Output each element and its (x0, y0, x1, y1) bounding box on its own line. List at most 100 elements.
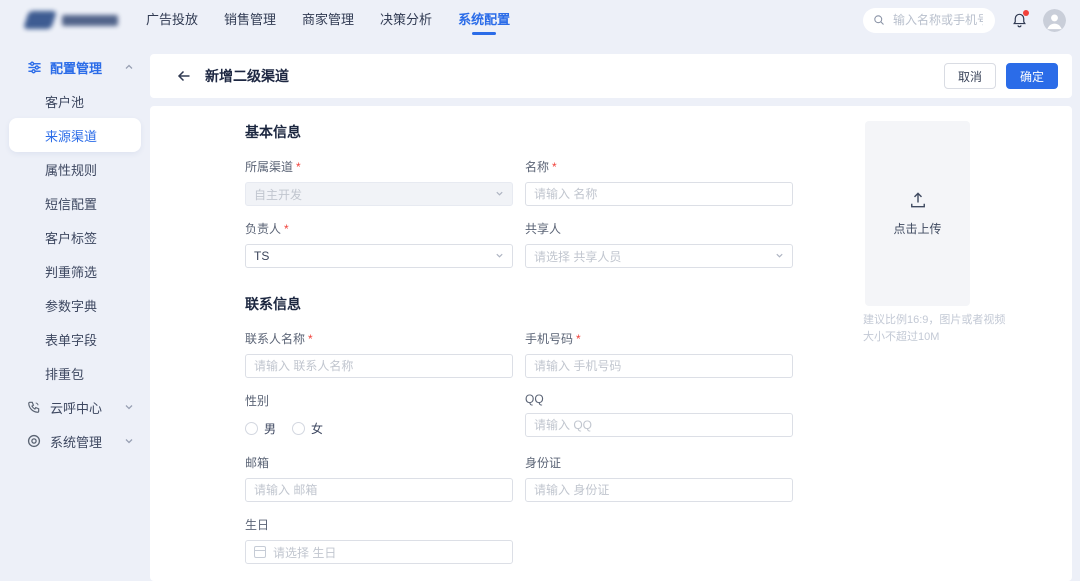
phone-icon (26, 399, 42, 415)
sidebar-item-customer-tags[interactable]: 客户标签 (0, 220, 150, 254)
nav-item-system-config[interactable]: 系统配置 (458, 0, 510, 40)
sliders-icon (26, 59, 42, 75)
sidebar-item-sms-config[interactable]: 短信配置 (0, 186, 150, 220)
field-label: 生日 (245, 516, 513, 533)
field-label: 负责人* (245, 220, 513, 237)
field-label: 性别 (245, 392, 513, 409)
field-label: 联系人名称* (245, 330, 513, 347)
field-label: 身份证 (525, 454, 793, 471)
upload-dropzone[interactable]: 点击上传 (865, 121, 970, 306)
select-placeholder: 请选择 共享人员 (534, 248, 621, 265)
phone-input[interactable] (525, 354, 793, 378)
nav-item-merchant-mgmt[interactable]: 商家管理 (302, 0, 354, 40)
field-name: 名称* (525, 158, 793, 206)
field-birthday: 生日 请选择 生日 (245, 516, 513, 564)
nav-item-decision-analysis[interactable]: 决策分析 (380, 0, 432, 40)
field-label: QQ (525, 392, 793, 406)
field-gender: 性别 男 女 (245, 392, 513, 440)
field-label: 邮箱 (245, 454, 513, 471)
search-input[interactable] (891, 12, 985, 28)
chevron-down-icon (775, 247, 784, 265)
cancel-button[interactable]: 取消 (944, 63, 996, 89)
field-owner: 负责人* TS (245, 220, 513, 268)
field-parent-channel: 所属渠道* 自主开发 (245, 158, 513, 206)
sidebar-item-dedup-filter[interactable]: 判重筛选 (0, 254, 150, 288)
sidebar-item-param-dict[interactable]: 参数字典 (0, 288, 150, 322)
chevron-down-icon (124, 402, 134, 412)
email-input[interactable] (245, 478, 513, 502)
chevron-down-icon (495, 185, 504, 203)
parent-channel-select[interactable]: 自主开发 (245, 182, 513, 206)
gear-icon (26, 433, 42, 449)
sidebar-group-call-center[interactable]: 云呼中心 (0, 390, 150, 424)
header-actions: 取消 确定 (944, 63, 1058, 89)
gender-female-radio[interactable]: 女 (292, 420, 323, 437)
gender-male-radio[interactable]: 男 (245, 420, 276, 437)
nav-item-sales-mgmt[interactable]: 销售管理 (224, 0, 276, 40)
contact-name-input[interactable] (245, 354, 513, 378)
owner-select[interactable]: TS (245, 244, 513, 268)
required-mark: * (284, 222, 289, 236)
field-phone: 手机号码* (525, 330, 793, 378)
field-spacer (525, 516, 793, 564)
sidebar-group-label: 系统管理 (50, 432, 102, 451)
field-label: 手机号码* (525, 330, 793, 347)
app-logo[interactable] (20, 8, 120, 32)
sidebar-submenu: 客户池 来源渠道 属性规则 短信配置 客户标签 判重筛选 参数字典 表单字段 排… (0, 84, 150, 390)
user-avatar[interactable] (1043, 9, 1066, 32)
birthday-date-picker[interactable]: 请选择 生日 (245, 540, 513, 564)
gender-radio-group: 男 女 (245, 416, 513, 440)
logo-text (62, 15, 118, 26)
sidebar-item-attribute-rules[interactable]: 属性规则 (0, 152, 150, 186)
sidebar-item-form-fields[interactable]: 表单字段 (0, 322, 150, 356)
main-content: 新增二级渠道 取消 确定 基本信息 所属渠道* 自主开发 (150, 40, 1080, 581)
search-icon (873, 14, 885, 26)
search-box[interactable] (863, 8, 995, 33)
sidebar-group-system-mgmt[interactable]: 系统管理 (0, 424, 150, 458)
share-person-select[interactable]: 请选择 共享人员 (525, 244, 793, 268)
date-placeholder: 请选择 生日 (273, 544, 336, 561)
field-label: 名称* (525, 158, 793, 175)
page-header: 新增二级渠道 取消 确定 (150, 54, 1072, 98)
logo-mark (23, 11, 57, 29)
sidebar-group-label: 云呼中心 (50, 398, 102, 417)
calendar-icon (254, 546, 266, 558)
required-mark: * (296, 160, 301, 174)
top-nav: 广告投放 销售管理 商家管理 决策分析 系统配置 (146, 0, 510, 40)
upload-icon (908, 190, 928, 210)
radio-circle-icon (245, 422, 258, 435)
sidebar-item-dedup-package[interactable]: 排重包 (0, 356, 150, 390)
field-label: 共享人 (525, 220, 793, 237)
qq-input[interactable] (525, 413, 793, 437)
select-value: TS (254, 249, 269, 263)
topbar-right (863, 8, 1066, 33)
channel-form: 基本信息 所属渠道* 自主开发 名称* (150, 106, 1072, 581)
field-share-person: 共享人 请选择 共享人员 (525, 220, 793, 268)
notification-badge (1023, 10, 1029, 16)
nav-item-ad-delivery[interactable]: 广告投放 (146, 0, 198, 40)
sidebar-group-config-mgmt[interactable]: 配置管理 (0, 50, 150, 84)
chevron-down-icon (124, 436, 134, 446)
sidebar-item-customer-pool[interactable]: 客户池 (0, 84, 150, 118)
id-card-input[interactable] (525, 478, 793, 502)
select-value: 自主开发 (254, 186, 302, 203)
sidebar: 配置管理 客户池 来源渠道 属性规则 短信配置 客户标签 判重筛选 参数字典 表… (0, 40, 150, 581)
radio-circle-icon (292, 422, 305, 435)
back-arrow-icon[interactable] (176, 68, 192, 84)
upload-label: 点击上传 (893, 220, 941, 237)
field-contact-name: 联系人名称* (245, 330, 513, 378)
field-id-card: 身份证 (525, 454, 793, 502)
notification-bell-icon[interactable] (1009, 9, 1029, 31)
field-qq: QQ (525, 392, 793, 440)
name-input[interactable] (525, 182, 793, 206)
field-email: 邮箱 (245, 454, 513, 502)
sidebar-item-source-channel[interactable]: 来源渠道 (9, 118, 141, 152)
field-label: 所属渠道* (245, 158, 513, 175)
topbar: 广告投放 销售管理 商家管理 决策分析 系统配置 (0, 0, 1080, 40)
sidebar-group-label: 配置管理 (50, 58, 102, 77)
required-mark: * (308, 332, 313, 346)
page-title: 新增二级渠道 (205, 66, 289, 86)
upload-hint: 建议比例16:9，图片或者视频 大小不超过10M (863, 312, 1011, 346)
confirm-button[interactable]: 确定 (1006, 63, 1058, 89)
required-mark: * (552, 160, 557, 174)
